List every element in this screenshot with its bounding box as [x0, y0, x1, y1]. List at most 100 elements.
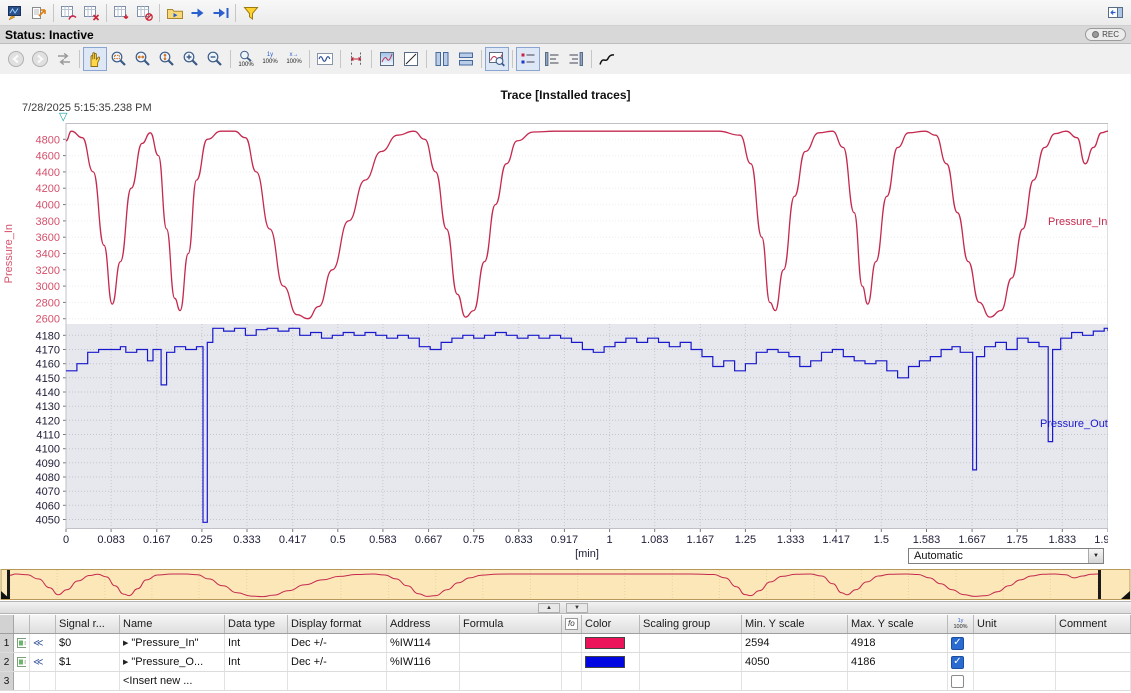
- back-button[interactable]: [4, 47, 28, 71]
- export-traces-button[interactable]: [27, 2, 50, 24]
- formula-cell[interactable]: [460, 634, 562, 652]
- signal-ref-cell[interactable]: [56, 672, 120, 690]
- header-address[interactable]: Address: [387, 615, 460, 633]
- header-signal[interactable]: Signal r...: [56, 615, 120, 633]
- import-measurement-button[interactable]: [163, 2, 186, 24]
- max-y-cell[interactable]: 4918: [848, 634, 948, 652]
- pan-button[interactable]: [83, 47, 107, 71]
- header-data-type[interactable]: Data type: [225, 615, 288, 633]
- annotation-button[interactable]: [595, 47, 619, 71]
- svg-text:4130: 4130: [36, 401, 60, 413]
- scaling-group-cell[interactable]: [640, 634, 742, 652]
- filter-button[interactable]: [239, 2, 262, 24]
- color-cell[interactable]: [582, 634, 640, 652]
- header-min-y[interactable]: Min. Y scale: [742, 615, 848, 633]
- save-measurement-button[interactable]: [110, 2, 133, 24]
- svg-text:4100: 4100: [36, 444, 60, 456]
- header-display-format[interactable]: Display format: [288, 615, 387, 633]
- row-number[interactable]: 2: [0, 653, 14, 671]
- signal-table: Signal r... Name Data type Display forma…: [0, 615, 1131, 693]
- formula-cell[interactable]: [460, 653, 562, 671]
- measurement-cursors-button[interactable]: [344, 47, 368, 71]
- show-overview-button[interactable]: [485, 47, 509, 71]
- header-max-y[interactable]: Max. Y scale: [848, 615, 948, 633]
- zoom-time-button[interactable]: [131, 47, 155, 71]
- svg-text:1.833: 1.833: [1049, 534, 1077, 546]
- forward-button[interactable]: [28, 47, 52, 71]
- zoom-in-button[interactable]: [179, 47, 203, 71]
- data-type-cell: [225, 672, 288, 690]
- zoom-value-button[interactable]: [155, 47, 179, 71]
- visible-checkbox[interactable]: [951, 637, 964, 650]
- trigger-marker-icon[interactable]: ▽: [59, 110, 67, 123]
- expand-arrow-icon[interactable]: ▶: [123, 639, 128, 647]
- delete-measurement-button[interactable]: [80, 2, 103, 24]
- add-measurement-button[interactable]: [57, 2, 80, 24]
- min-y-cell[interactable]: 4050: [742, 653, 848, 671]
- chevron-down-icon[interactable]: ▼: [1088, 549, 1103, 563]
- max-y-cell[interactable]: 4186: [848, 653, 948, 671]
- visible-checkbox[interactable]: [951, 675, 964, 688]
- header-name[interactable]: Name: [120, 615, 225, 633]
- visible-checkbox[interactable]: [951, 656, 964, 669]
- header-scaling-group[interactable]: Scaling group: [640, 615, 742, 633]
- color-cell[interactable]: [582, 653, 640, 671]
- svg-text:0.75: 0.75: [463, 534, 484, 546]
- header-formula[interactable]: Formula: [460, 615, 562, 633]
- zoom-out-button[interactable]: [203, 47, 227, 71]
- overview-window-icon: [488, 50, 506, 68]
- split-horizontal-button[interactable]: [454, 47, 478, 71]
- signal-ref-cell[interactable]: $0: [56, 634, 120, 652]
- display-format-cell[interactable]: Dec +/-: [288, 634, 387, 652]
- collapse-down-icon[interactable]: ▼: [566, 603, 588, 613]
- visible-cell: [948, 672, 974, 690]
- split-vertical-button[interactable]: [430, 47, 454, 71]
- splitter-bar[interactable]: ▲ ▼: [0, 601, 1131, 614]
- zoom-area-button[interactable]: [107, 47, 131, 71]
- line-style-button[interactable]: [399, 47, 423, 71]
- signal-ref-cell[interactable]: $1: [56, 653, 120, 671]
- unit-cell[interactable]: [974, 634, 1056, 652]
- legend-left-button[interactable]: [540, 47, 564, 71]
- collapse-panel-button[interactable]: [1104, 2, 1127, 24]
- zoom-100-button[interactable]: 100%: [234, 47, 258, 71]
- show-legend-button[interactable]: [516, 47, 540, 71]
- swap-view-button[interactable]: [52, 47, 76, 71]
- display-format-cell[interactable]: Dec +/-: [288, 653, 387, 671]
- scale-mode-dropdown[interactable]: Automatic ▼: [908, 548, 1104, 564]
- transfer-to-device-button[interactable]: [209, 2, 232, 24]
- color-swatch[interactable]: [585, 656, 625, 668]
- collapse-up-icon[interactable]: ▲: [538, 603, 560, 613]
- insert-new-cell[interactable]: <Insert new ...: [120, 672, 225, 690]
- trace-plot[interactable]: 2600280030003200340036003800400042004400…: [0, 123, 1108, 563]
- y-scale-100-button[interactable]: 1y100%: [258, 47, 282, 71]
- address-cell[interactable]: %IW114: [387, 634, 460, 652]
- scaling-group-cell[interactable]: [640, 653, 742, 671]
- trace-overview[interactable]: [0, 569, 1131, 600]
- fit-curve-button[interactable]: [313, 47, 337, 71]
- transfer-trace-button[interactable]: [186, 2, 209, 24]
- header-color[interactable]: Color: [582, 615, 640, 633]
- x-scale-100-button[interactable]: x→100%: [282, 47, 306, 71]
- address-cell[interactable]: %IW116: [387, 653, 460, 671]
- data-type-cell[interactable]: Int: [225, 634, 288, 652]
- unit-cell[interactable]: [974, 653, 1056, 671]
- min-y-cell[interactable]: 2594: [742, 634, 848, 652]
- data-type-cell[interactable]: Int: [225, 653, 288, 671]
- color-swatch[interactable]: [585, 637, 625, 649]
- rec-button[interactable]: REC: [1085, 28, 1126, 41]
- row-number[interactable]: 1: [0, 634, 14, 652]
- discard-measurement-button[interactable]: [133, 2, 156, 24]
- name-cell[interactable]: ▶"Pressure_O...: [120, 653, 225, 671]
- header-comment[interactable]: Comment: [1056, 615, 1131, 633]
- comment-cell[interactable]: [1056, 653, 1131, 671]
- name-cell[interactable]: ▶"Pressure_In": [120, 634, 225, 652]
- expand-arrow-icon[interactable]: ▶: [123, 658, 128, 666]
- header-corner: [0, 615, 14, 633]
- row-number[interactable]: 3: [0, 672, 14, 690]
- trace-view-button[interactable]: [4, 2, 27, 24]
- legend-right-button[interactable]: [564, 47, 588, 71]
- header-unit[interactable]: Unit: [974, 615, 1056, 633]
- chart-appearance-button[interactable]: [375, 47, 399, 71]
- comment-cell[interactable]: [1056, 634, 1131, 652]
